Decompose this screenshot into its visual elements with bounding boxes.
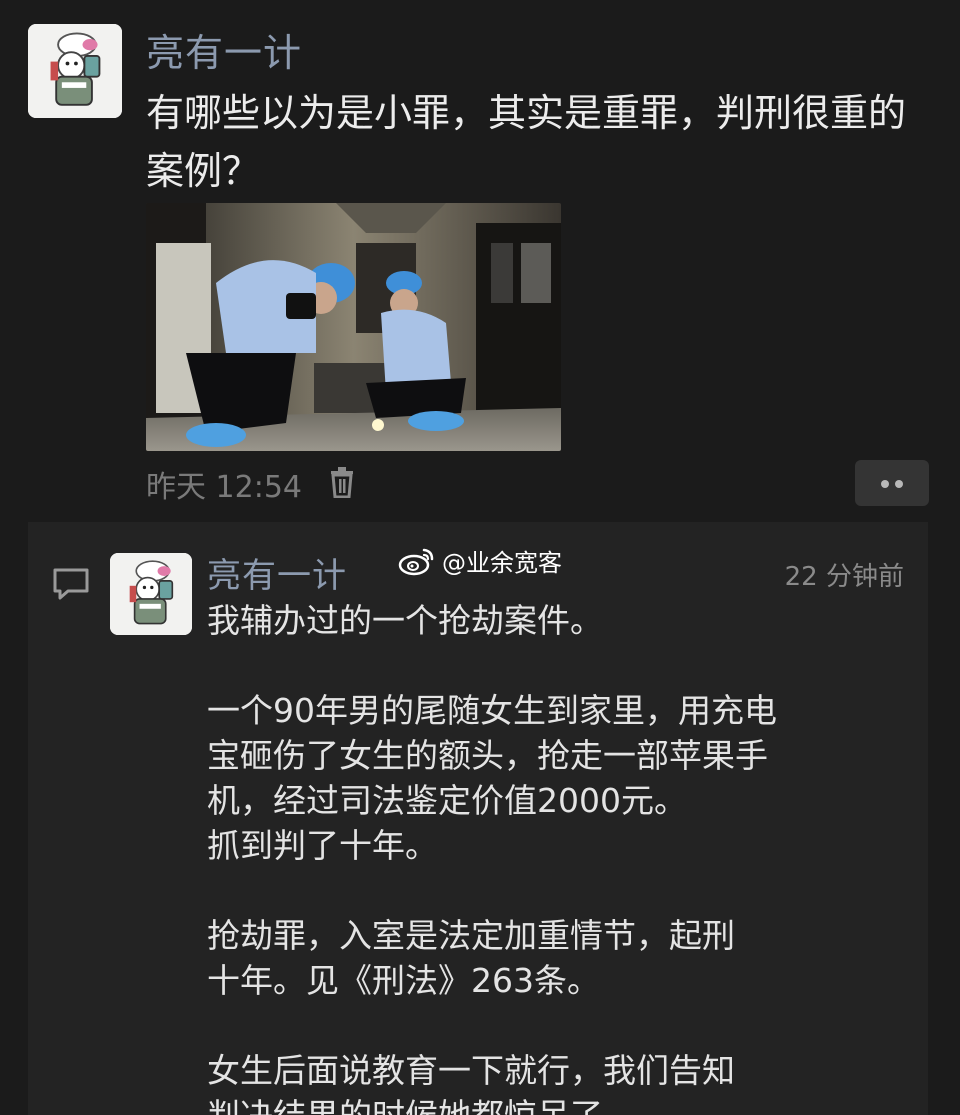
comment-bubble-icon [53,568,89,600]
comment-paragraph: 我辅办过的一个抢劫案件。 [207,601,603,640]
chef-cartoon-avatar [110,553,192,635]
comment-timestamp: 22 分钟前 [784,562,904,592]
post-timestamp: 昨天 12:54 [146,470,302,505]
comment-paragraph: 一个90年男的尾随女生到家里，用充电 宝砸伤了女生的额头，抢走一部苹果手 机，经… [207,691,777,865]
comment-author-avatar[interactable] [110,553,192,635]
trash-icon[interactable] [327,466,357,498]
moments-page: 亮有一计 有哪些以为是小罪，其实是重罪，判刑很重的案例？ 昨天 12:54 亮有… [0,0,960,1115]
more-dots-icon [895,480,903,488]
more-options-button[interactable] [855,460,929,506]
watermark-text: @业余宽客 [442,549,562,577]
post-author-avatar[interactable] [28,24,122,118]
comment-paragraph: 抢劫罪，入室是法定加重情节，起刑 十年。见《刑法》263条。 [207,916,735,1000]
post-photo[interactable] [146,203,561,451]
post-text: 有哪些以为是小罪，其实是重罪，判刑很重的案例？ [146,91,907,193]
comment-body: 我辅办过的一个抢劫案件。 一个90年男的尾随女生到家里，用充电 宝砸伤了女生的额… [207,598,887,1115]
comment-author-name[interactable]: 亮有一计 [207,548,347,597]
comment-paragraph: 女生后面说教育一下就行，我们告知 判决结果的时候她都惊呆了。 [207,1051,735,1115]
more-dots-icon [881,480,889,488]
crime-scene-photo [146,203,561,451]
weibo-watermark: @业余宽客 [398,543,562,578]
post-author-name[interactable]: 亮有一计 [146,22,302,77]
chef-cartoon-avatar [28,24,122,118]
weibo-icon [398,548,434,575]
